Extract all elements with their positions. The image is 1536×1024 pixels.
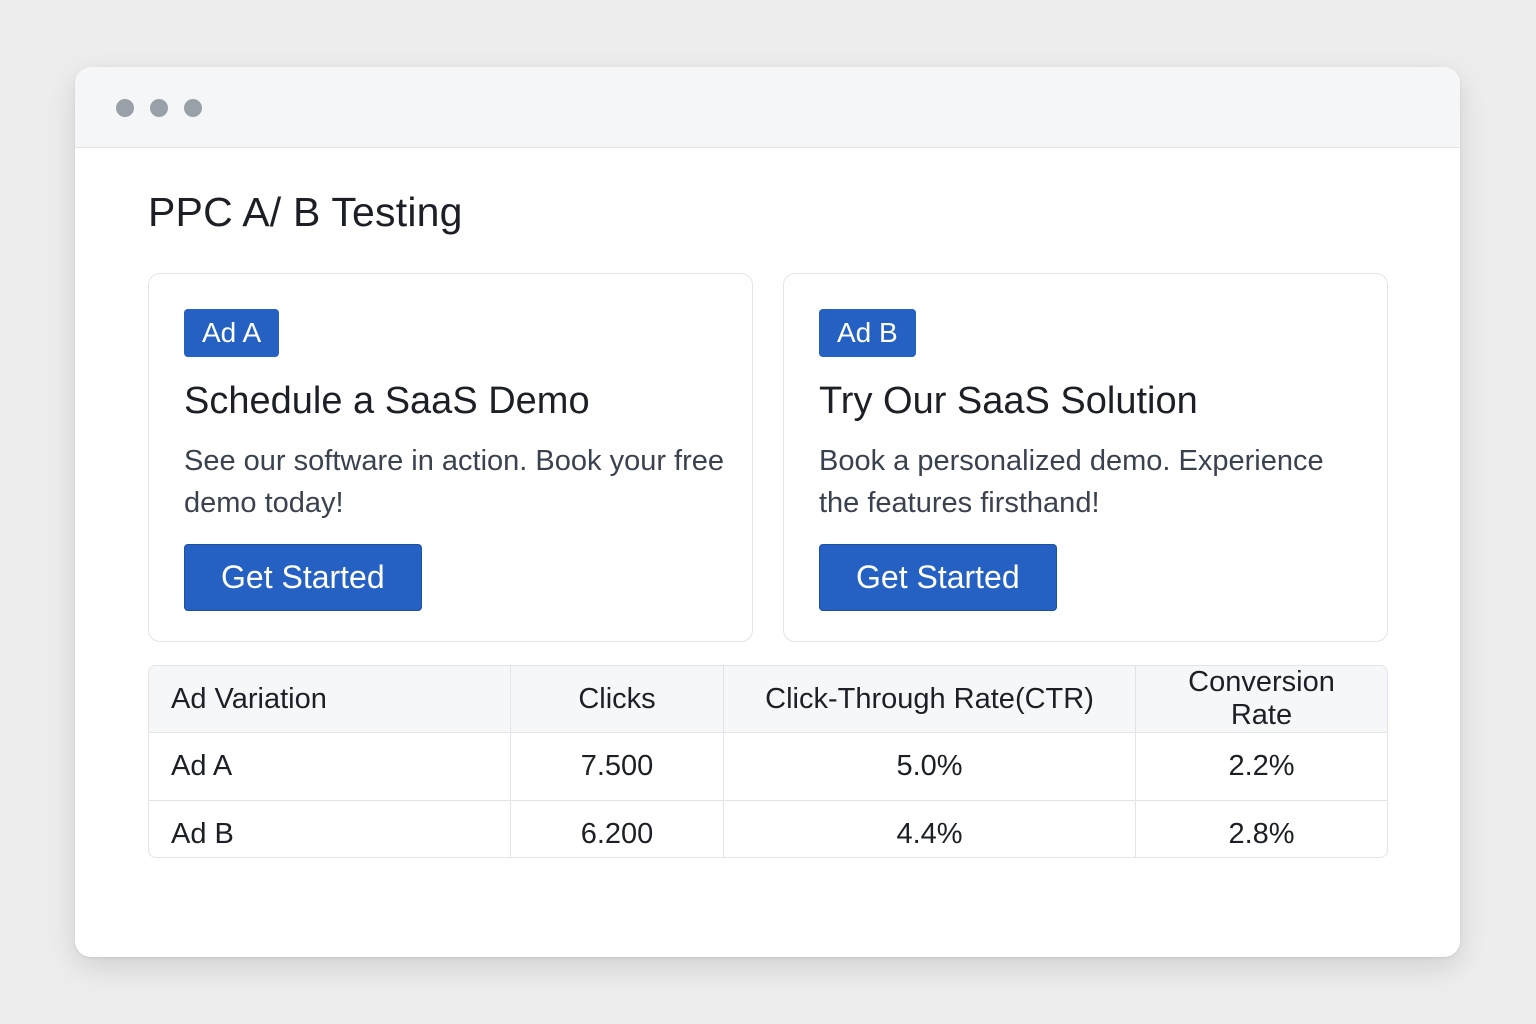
window-control-dot[interactable] [116,99,134,117]
window-titlebar [75,67,1460,148]
ad-description: Book a personalized demo. Experience the… [819,445,1324,519]
ad-card-a: Ad A Schedule a SaaS Demo See our softwa… [148,273,753,642]
ad-description: See our software in action. Book your fr… [184,445,725,519]
ad-headline: Try Our SaaS Solution [819,380,1198,422]
cell-conversion-rate: 2.8% [1228,818,1295,851]
table-header-row: Ad Variation Clicks Click-Through Rate(C… [149,666,1387,733]
ad-badge: Ad A [184,309,280,357]
get-started-button[interactable]: Get Started [819,544,1057,611]
column-header-ad-variation: Ad Variation [149,666,511,733]
results-table: Ad Variation Clicks Click-Through Rate(C… [148,665,1388,858]
cell-ad-variation: Ad A [149,732,511,801]
ad-headline: Schedule a SaaS Demo [184,380,590,422]
cell-conversion-rate: 2.2% [1135,732,1387,801]
window-control-dot[interactable] [150,99,168,117]
table-row: Ad A 7.500 5.0% 2.2% [149,732,1387,801]
table-row: Ad B 6.200 4.4% 2.8% [149,800,1387,857]
cell-ctr: 4.4% [723,800,1136,857]
browser-window: PPC A/ B Testing Ad A Schedule a SaaS De… [75,67,1460,957]
page-title: PPC A/ B Testing [148,189,463,235]
cell-clicks: 7.500 [510,732,724,801]
column-header-conversion-rate: Conversion Rate [1135,666,1387,733]
column-header-ctr: Click-Through Rate(CTR) [723,666,1136,733]
window-control-dot[interactable] [184,99,202,117]
column-header-clicks: Clicks [510,666,724,733]
cell-ad-variation: Ad B [149,800,511,857]
ad-badge: Ad B [819,309,916,357]
get-started-button[interactable]: Get Started [184,544,422,611]
cell-ctr: 5.0% [723,732,1136,801]
ad-card-b: Ad B Try Our SaaS Solution Book a person… [783,273,1388,642]
cell-clicks: 6.200 [510,800,724,857]
